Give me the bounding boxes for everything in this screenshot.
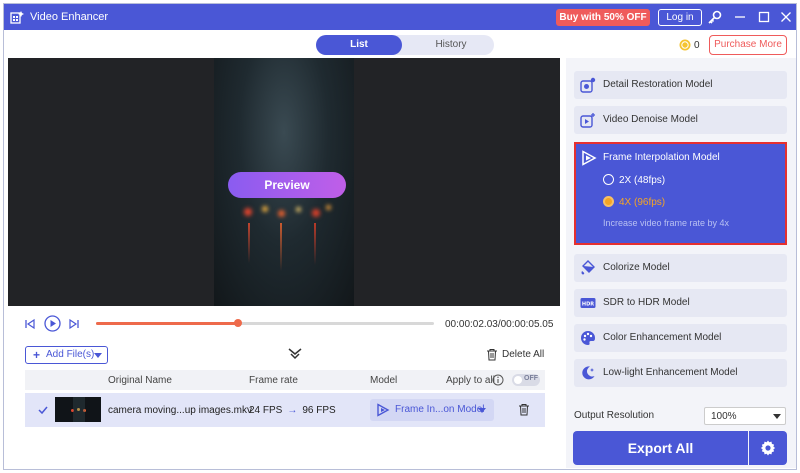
progress-bar[interactable] [96,319,434,327]
file-table-header: Original Name Frame rate Model Apply to … [25,370,545,390]
header-original-name: Original Name [108,375,172,386]
trash-icon[interactable] [518,403,530,416]
time-readout: 00:00:02.03/00:00:05.05 [445,319,554,330]
buy-discount-button[interactable]: Buy with 50% OFF [556,9,650,26]
palette-icon [581,331,595,345]
video-thumbnail [55,397,101,422]
app-window: Video Enhancer Buy with 50% OFF Log in L… [3,3,797,470]
chevron-down-icon[interactable] [94,353,102,358]
model-video-denoise[interactable]: Video Denoise Model [574,106,787,134]
checkmark-icon[interactable] [37,404,49,416]
login-button[interactable]: Log in [658,9,702,26]
play-icon[interactable] [44,315,61,332]
svg-text:HDR: HDR [582,301,594,307]
model-low-light[interactable]: Low-light Enhancement Model [574,359,787,387]
skip-forward-icon[interactable] [68,318,80,330]
minimize-icon[interactable] [732,9,748,25]
frame-interpolation-icon [377,403,390,417]
option-4x-label[interactable]: 4X (96fps) [619,197,665,208]
header-frame-rate: Frame rate [249,375,298,386]
file-name: camera moving...up images.mkv [108,405,252,416]
view-tabs: List History [316,35,494,55]
model-color-enhancement[interactable]: Color Enhancement Model [574,324,787,352]
model-frame-interpolation[interactable]: Frame Interpolation Model 2X (48fps) 4X … [574,142,787,245]
model-label: Low-light Enhancement Model [603,367,738,378]
fps-from: 24 FPS [249,405,283,416]
frame-interpolation-icon [582,150,597,166]
model-label: Color Enhancement Model [603,332,722,343]
model-label: Detail Restoration Model [603,79,713,90]
radio-4x[interactable] [603,196,614,207]
model-sdr-to-hdr[interactable]: HDR SDR to HDR Model [574,289,787,317]
toggle-knob [514,376,522,384]
info-icon[interactable] [492,374,504,386]
moon-icon [582,366,595,380]
tab-history[interactable]: History [408,35,494,55]
output-resolution-value: 100% [711,411,737,422]
preview-button[interactable]: Preview [228,172,346,198]
coin-icon [679,39,691,51]
table-row[interactable]: camera moving...up images.mkv 24 FPS → 96 … [25,393,545,427]
model-label: Frame Interpolation Model [603,152,720,163]
export-settings-button[interactable] [749,431,787,465]
trash-icon [487,349,497,361]
arrow-right-icon: → [287,405,298,416]
model-label: Colorize Model [603,262,670,273]
export-all-button[interactable]: Export All [573,431,748,465]
apply-to-all-toggle[interactable]: OFF [512,374,540,386]
video-preview: Preview [8,58,560,306]
app-logo-icon [10,11,24,24]
progress-fill [96,322,238,325]
chevron-down-icon [478,408,486,413]
add-files-button[interactable]: + Add File(s) [25,346,108,364]
detail-restoration-icon [580,77,596,93]
model-dropdown[interactable]: Frame In...on Model [370,399,494,421]
colorize-icon [581,260,595,275]
model-dropdown-value: Frame In...on Model [395,404,485,415]
fps-to: 96 FPS [302,405,336,416]
model-label: Video Denoise Model [603,114,698,125]
delete-all-button[interactable]: Delete All [486,348,546,362]
gear-icon [760,440,776,456]
progress-handle[interactable] [233,319,242,327]
app-title: Video Enhancer [30,11,109,23]
title-bar: Video Enhancer Buy with 50% OFF Log in [4,4,796,30]
model-colorize[interactable]: Colorize Model [574,254,787,282]
output-resolution-select[interactable]: 100% [704,407,786,425]
chevron-down-icon [773,414,781,419]
plus-icon: + [33,348,41,362]
delete-all-label: Delete All [502,349,545,360]
frame-rate-value: 24 FPS → 96 FPS [249,405,336,416]
tab-list[interactable]: List [316,35,402,55]
coin-count: 0 [694,40,700,51]
header-apply-to-all: Apply to all [446,375,495,386]
model-detail-restoration[interactable]: Detail Restoration Model [574,71,787,99]
hdr-icon: HDR [580,298,596,308]
output-resolution-label: Output Resolution [574,410,655,421]
collapse-chevron-icon[interactable] [288,348,302,360]
model-label: SDR to HDR Model [603,297,690,308]
option-2x-label[interactable]: 2X (48fps) [619,175,665,186]
purchase-more-button[interactable]: Purchase More [709,35,787,55]
radio-2x[interactable] [603,174,614,185]
add-files-label: Add File(s) [46,349,95,360]
toggle-state-label: OFF [524,375,538,382]
denoise-icon [580,113,595,128]
maximize-icon[interactable] [756,9,772,25]
interpolation-hint: Increase video frame rate by 4x [603,218,730,228]
close-icon[interactable] [778,9,794,25]
header-model: Model [370,375,398,386]
skip-back-icon[interactable] [24,318,36,330]
key-icon[interactable] [706,9,724,26]
